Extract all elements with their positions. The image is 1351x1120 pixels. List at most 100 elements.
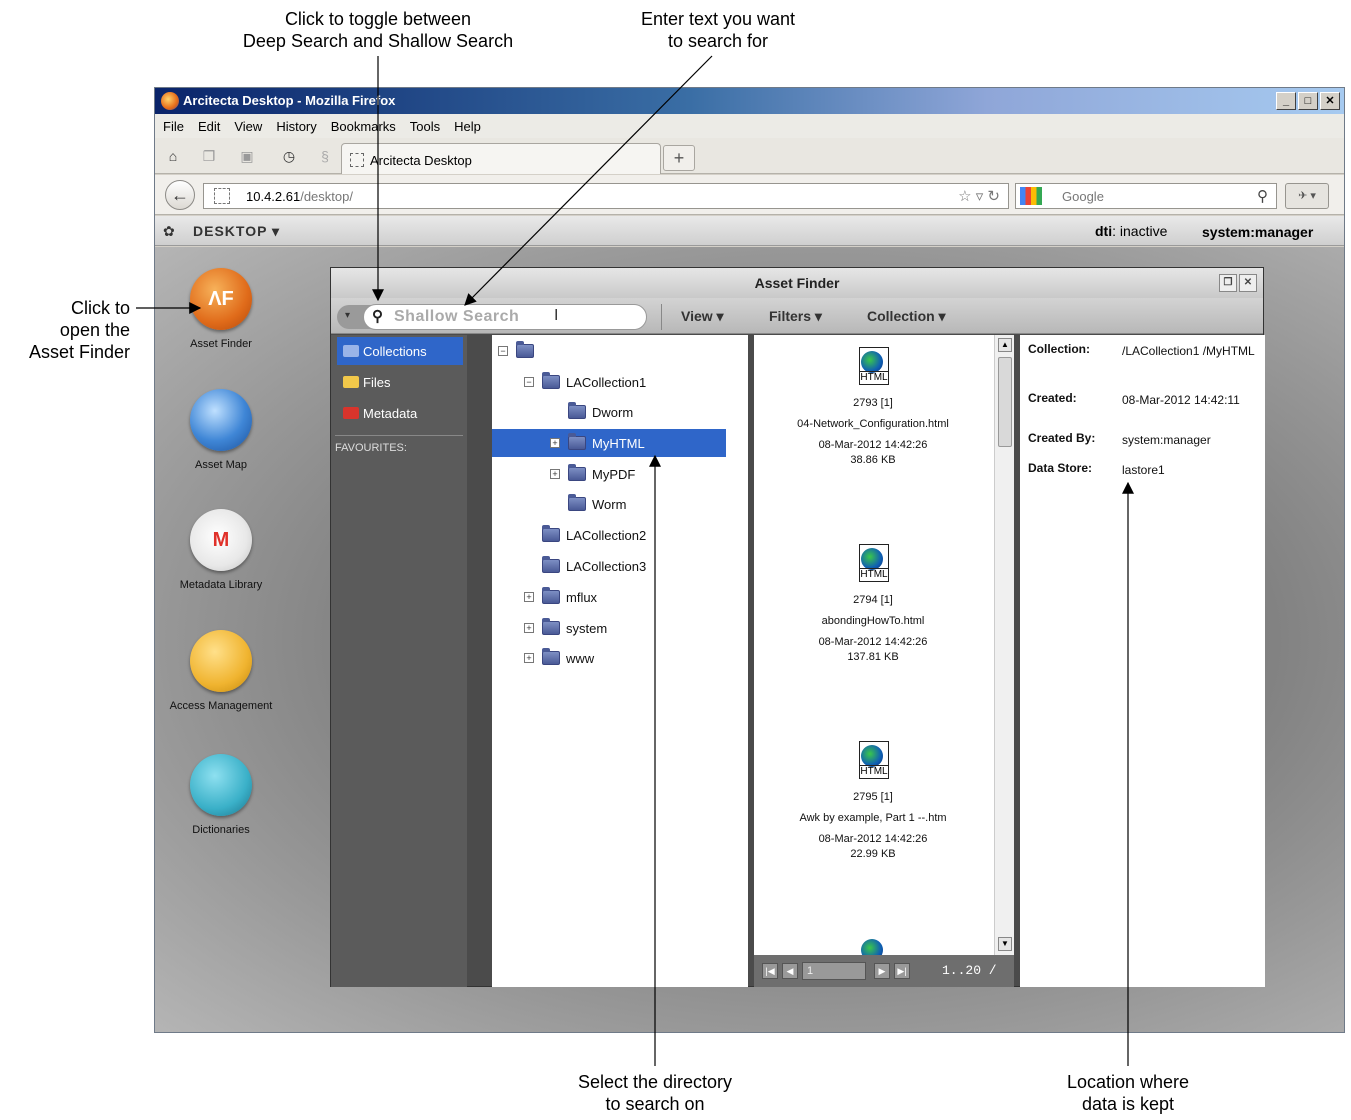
maximize-button[interactable]: □	[1298, 92, 1318, 110]
desktop-icon-access-management[interactable]: Access Management	[166, 630, 276, 712]
nav-label: Collections	[363, 344, 427, 359]
asset-finder-icon: ΛF	[190, 268, 252, 330]
desktop-icon-asset-map[interactable]: Asset Map	[166, 389, 276, 471]
file-item[interactable]: HTML 2795 [1] Awk by example, Part 1 --.…	[754, 741, 992, 865]
file-id: 2793 [1]	[853, 397, 893, 409]
page-range: 1..20 /	[942, 963, 997, 978]
tree-node-mflux[interactable]: + mflux	[524, 583, 597, 611]
desktop-icon-asset-finder[interactable]: ΛF Asset Finder	[166, 268, 276, 350]
url-bar[interactable]: 10.4.2.61/desktop/ ☆ ▿ ↻	[203, 183, 1009, 209]
folder-icon	[542, 556, 560, 573]
tree-node-system[interactable]: + system	[524, 614, 607, 642]
menu-bookmarks[interactable]: Bookmarks	[331, 119, 396, 134]
navigation-bar: ← 10.4.2.61/desktop/ ☆ ▿ ↻ Google ⚲ ✈ ▾	[155, 175, 1344, 215]
last-page-icon[interactable]: ▶|	[894, 963, 910, 979]
dictionary-icon	[190, 754, 252, 816]
minimize-button[interactable]: _	[1276, 92, 1296, 110]
menu-help[interactable]: Help	[454, 119, 481, 134]
menu-history[interactable]: History	[276, 119, 316, 134]
tree-node-lacollection2[interactable]: LACollection2	[542, 521, 646, 549]
tab-arcitecta-desktop[interactable]: Arcitecta Desktop	[341, 143, 661, 174]
annotation-line: data is kept	[1081, 1094, 1175, 1114]
tree-node-lacollection1[interactable]: − LACollection1	[524, 368, 646, 396]
tree-node-myhtml[interactable]: + MyHTML	[492, 429, 726, 457]
search-input[interactable]: ⚲ Shallow Search I	[363, 304, 647, 330]
search-icon[interactable]: ⚲	[1257, 187, 1268, 205]
addon-button[interactable]: ✈ ▾	[1285, 183, 1329, 209]
view-menu[interactable]: View ▾	[681, 308, 724, 325]
file-list: HTML 2793 [1] 04-Network_Configuration.h…	[754, 335, 1014, 987]
tree-node-label: www	[566, 650, 595, 666]
metadata-icon	[343, 407, 359, 419]
expand-icon[interactable]: +	[524, 653, 534, 663]
user-name[interactable]: system:manager	[1202, 224, 1313, 240]
collapse-icon[interactable]: −	[524, 377, 534, 387]
expand-icon[interactable]: +	[550, 469, 560, 479]
file-pager: |◀ ◀ 1 ▶ ▶| 1..20 /	[754, 955, 1014, 987]
asset-finder-window: Asset Finder ❐ ✕ ▾ ⚲ Shallow Search I Vi…	[330, 267, 1265, 987]
page-number-input[interactable]: 1	[802, 962, 866, 980]
file-item[interactable]: HTML 2794 [1] abondingHowTo.html 08-Mar-…	[754, 544, 992, 668]
tab-strip: ⌂ ❐ ▣ ◷ § Arcitecta Desktop +	[155, 138, 1344, 174]
tree-node-dworm[interactable]: Dworm	[568, 398, 633, 426]
restore-icon[interactable]: ❐	[1219, 274, 1237, 292]
menu-edit[interactable]: Edit	[198, 119, 220, 134]
window-titlebar: Arcitecta Desktop - Mozilla Firefox _ □ …	[155, 88, 1344, 114]
scroll-down-icon[interactable]: ▼	[998, 937, 1012, 951]
scroll-up-icon[interactable]: ▲	[998, 338, 1012, 352]
annotation-enter-text: Enter text you want to search for	[600, 8, 836, 52]
browser-window: Arcitecta Desktop - Mozilla Firefox _ □ …	[154, 87, 1345, 1033]
folder-icon	[343, 345, 359, 357]
nav-label: Metadata	[363, 406, 418, 421]
previous-page-icon[interactable]: ◀	[782, 963, 798, 979]
menu-tools[interactable]: Tools	[410, 119, 440, 134]
desktop-icon-dictionaries[interactable]: Dictionaries	[166, 754, 276, 836]
nav-collections[interactable]: Collections	[337, 337, 463, 365]
home-icon[interactable]: ⌂	[165, 148, 181, 164]
html-file-icon: HTML	[853, 347, 893, 387]
collapse-icon[interactable]: −	[498, 346, 508, 356]
back-button[interactable]: ←	[165, 180, 195, 210]
web-search-field[interactable]: Google ⚲	[1015, 183, 1277, 209]
tree-node-www[interactable]: + www	[524, 644, 594, 672]
copy-icon[interactable]: ❐	[201, 148, 217, 164]
expand-icon[interactable]: +	[524, 623, 534, 633]
tree-node-mypdf[interactable]: + MyPDF	[550, 460, 635, 488]
next-page-icon[interactable]: ▶	[874, 963, 890, 979]
tree-node-label: Dworm	[592, 404, 634, 420]
sync-icon[interactable]: §	[317, 148, 333, 164]
text-cursor-icon: I	[554, 307, 559, 324]
new-tab-button[interactable]: +	[663, 145, 695, 171]
expand-icon[interactable]: +	[550, 438, 560, 448]
tree-node-lacollection3[interactable]: LACollection3	[542, 552, 646, 580]
collection-tree: − − LACollection1 Dworm + MyHTML + MyPDF Wo…	[492, 335, 748, 987]
file-list-scrollbar[interactable]: ▲ ▼	[994, 335, 1014, 955]
desktop-menu[interactable]: DESKTOP ▾	[193, 223, 280, 240]
close-button[interactable]: ✕	[1320, 92, 1340, 110]
close-icon[interactable]: ✕	[1239, 274, 1257, 292]
expand-icon[interactable]: +	[524, 592, 534, 602]
folder-icon	[516, 341, 534, 358]
menu-view[interactable]: View	[234, 119, 262, 134]
first-page-icon[interactable]: |◀	[762, 963, 778, 979]
nav-files[interactable]: Files	[337, 368, 463, 396]
detail-value: 08-Mar-2012 14:42:11	[1122, 393, 1240, 407]
file-item[interactable]: HTML 2793 [1] 04-Network_Configuration.h…	[754, 347, 992, 471]
folder-icon	[542, 648, 560, 665]
paste-icon[interactable]: ▣	[239, 148, 255, 164]
history-clock-icon[interactable]: ◷	[281, 148, 297, 164]
tree-node-label: MyPDF	[592, 466, 636, 482]
filters-menu[interactable]: Filters ▾	[769, 308, 822, 325]
search-mode-toggle-icon[interactable]: ⚲	[372, 307, 384, 325]
menu-file[interactable]: File	[163, 119, 184, 134]
bookmark-star-icon[interactable]: ☆ ▿ ↻	[958, 187, 1000, 205]
nav-metadata[interactable]: Metadata	[337, 399, 463, 427]
tree-node-root[interactable]: −	[498, 337, 540, 365]
scrollbar-thumb[interactable]	[998, 357, 1012, 447]
collection-menu-label: Collection	[867, 308, 935, 324]
collection-menu[interactable]: Collection ▾	[867, 308, 946, 325]
detail-panel: Collection: /LACollection1 /MyHTML Creat…	[1020, 335, 1265, 987]
desktop-icon-metadata-library[interactable]: M Metadata Library	[166, 509, 276, 591]
annotation-toggle-search: Click to toggle between Deep Search and …	[200, 8, 556, 52]
tree-node-worm[interactable]: Worm	[568, 490, 626, 518]
